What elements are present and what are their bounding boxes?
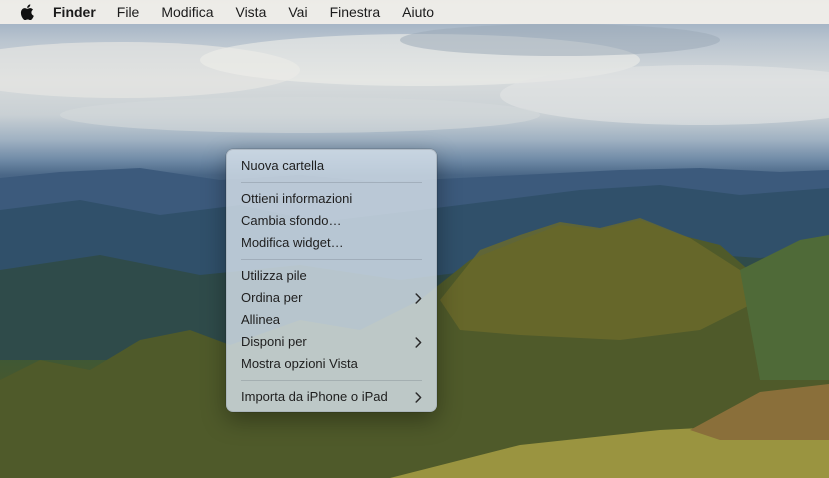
menu-item-label: Importa da iPhone o iPad — [241, 389, 388, 404]
menu-item-label: Ordina per — [241, 290, 303, 305]
menu-separator — [241, 182, 422, 183]
menu-item-label: Ottieni informazioni — [241, 191, 353, 206]
apple-logo-icon[interactable] — [18, 3, 36, 21]
menu-finestra[interactable]: Finestra — [330, 0, 381, 24]
menu-item-label: Nuova cartella — [241, 158, 325, 173]
menu-bar: Finder File Modifica Vista Vai Finestra … — [0, 0, 829, 24]
menu-aiuto[interactable]: Aiuto — [402, 0, 434, 24]
menu-item-label: Modifica widget… — [241, 235, 344, 250]
menu-file[interactable]: File — [117, 0, 140, 24]
menu-item-label: Cambia sfondo… — [241, 213, 342, 228]
menu-vai[interactable]: Vai — [288, 0, 307, 24]
menu-item-label: Allinea — [241, 312, 281, 327]
menu-separator — [241, 380, 422, 381]
menu-item-importa-da-iphone[interactable]: Importa da iPhone o iPad — [227, 386, 436, 408]
menu-item-label: Utilizza pile — [241, 268, 307, 283]
desktop-context-menu: Nuova cartella Ottieni informazioni Camb… — [226, 149, 437, 412]
menu-item-disponi-per[interactable]: Disponi per — [227, 331, 436, 353]
menu-item-ottieni-informazioni[interactable]: Ottieni informazioni — [227, 188, 436, 210]
menu-item-utilizza-pile[interactable]: Utilizza pile — [227, 265, 436, 287]
menu-separator — [241, 259, 422, 260]
menu-item-mostra-opzioni-vista[interactable]: Mostra opzioni Vista — [227, 353, 436, 375]
chevron-right-icon — [415, 287, 422, 309]
menu-modifica[interactable]: Modifica — [161, 0, 213, 24]
chevron-right-icon — [415, 331, 422, 353]
menu-item-label: Mostra opzioni Vista — [241, 356, 358, 371]
menu-finder[interactable]: Finder — [53, 0, 96, 24]
menu-item-ordina-per[interactable]: Ordina per — [227, 287, 436, 309]
menu-vista[interactable]: Vista — [235, 0, 266, 24]
chevron-right-icon — [415, 386, 422, 408]
menu-item-modifica-widget[interactable]: Modifica widget… — [227, 232, 436, 254]
menu-item-allinea[interactable]: Allinea — [227, 309, 436, 331]
menu-item-label: Disponi per — [241, 334, 307, 349]
menu-item-cambia-sfondo[interactable]: Cambia sfondo… — [227, 210, 436, 232]
menu-item-nuova-cartella[interactable]: Nuova cartella — [227, 155, 436, 177]
